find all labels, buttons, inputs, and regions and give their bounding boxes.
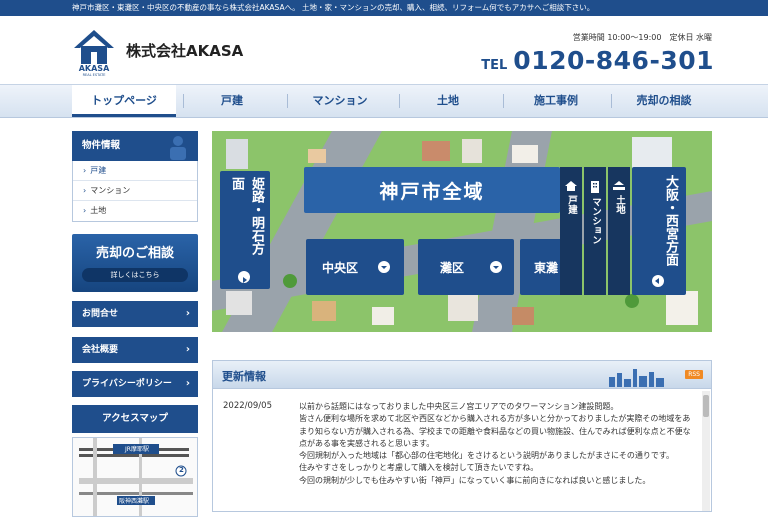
- nav-mansion[interactable]: マンション: [288, 85, 392, 117]
- access-map-heading[interactable]: アクセスマップ: [72, 405, 198, 433]
- phone-number[interactable]: TEL 0120-846-301: [481, 46, 714, 75]
- news-title: 更新情報: [222, 370, 266, 383]
- top-announcement-text: 神戸市灘区・東灘区・中央区の不動産の事なら株式会社AKASAへ。 土地・家・マン…: [72, 3, 595, 12]
- sidebar-item-land[interactable]: 土地: [73, 201, 197, 221]
- access-map[interactable]: JR摩耶駅 阪神西灘駅 2: [72, 437, 198, 517]
- news-paragraph: 住みやすさをしっかりと考慮して購入を検討して頂きたいですね。: [299, 463, 539, 473]
- sidebar-item-mansion[interactable]: マンション: [73, 181, 197, 201]
- tab-mansion[interactable]: マンション: [584, 167, 606, 295]
- chevron-down-icon: [490, 261, 502, 273]
- chevron-right-icon: ›: [185, 378, 190, 389]
- map-label-hanshin: 阪神西灘駅: [119, 498, 150, 505]
- company-label: 会社概要: [82, 345, 119, 355]
- site-header: AKASA REAL ESTATE 株式会社AKASA 営業時間 10:00〜1…: [0, 16, 768, 84]
- tab-mansion-label: マンション: [590, 197, 601, 245]
- area-chuo-label: 中央区: [322, 261, 359, 275]
- arrow-left-icon: [652, 275, 664, 287]
- news-paragraph: 皆さん便利な場所を求めて北区や西区などから購入される方が多いと分かっておりました…: [299, 414, 691, 448]
- tel-number: 0120-846-301: [513, 46, 714, 75]
- area-nada[interactable]: 灘区: [418, 239, 514, 295]
- global-nav: トップページ 戸建 マンション 土地 施工事例 売却の相談: [0, 84, 768, 118]
- area-kobe-all-label: 神戸市全域: [379, 181, 485, 203]
- property-info-label: 物件情報: [82, 140, 121, 151]
- nav-sale-consult[interactable]: 売却の相談: [612, 85, 716, 117]
- area-kobe-all[interactable]: 神戸市全域: [304, 167, 560, 213]
- sidebar-item-house[interactable]: 戸建: [73, 161, 197, 181]
- sale-consult-banner[interactable]: 売却のご相談 詳しくはこちら: [72, 234, 198, 292]
- news-paragraph: 今回規制が入った地域は「都心部の住宅地化」をさけるという説明がありましたがまさに…: [299, 451, 675, 461]
- sale-consult-title: 売却のご相談: [95, 246, 174, 261]
- news-date: 2022/09/05: [223, 401, 272, 411]
- logo-text: AKASA: [78, 64, 110, 73]
- tab-land[interactable]: 土地: [608, 167, 630, 295]
- nav-works[interactable]: 施工事例: [504, 85, 608, 117]
- privacy-button[interactable]: プライバシーポリシー ›: [72, 371, 198, 397]
- privacy-label: プライバシーポリシー: [82, 379, 172, 389]
- property-info-heading: 物件情報: [72, 131, 198, 161]
- news-paragraph: 以前から話題にはなっておりました中央区三ノ宮エリアでのタワーマンション建設問題。: [299, 402, 619, 411]
- news-scrollbar-thumb[interactable]: [703, 395, 709, 417]
- news-body: 以前から話題にはなっておりました中央区三ノ宮エリアでのタワーマンション建設問題。…: [299, 401, 697, 487]
- area-osaka-nishinomiya[interactable]: 大阪・西宮方面: [632, 167, 686, 295]
- nav-top-page[interactable]: トップページ: [72, 85, 176, 117]
- house-icon: [565, 181, 577, 191]
- area-osaka-nishinomiya-label: 大阪・西宮方面: [663, 175, 678, 266]
- building-icon: [591, 181, 599, 193]
- hero-area-selector: 姫路・明石方面 神戸市全域 中央区 灘区 東灘 戸建 マンション 土地 大阪・西…: [212, 131, 712, 332]
- area-nada-label: 灘区: [440, 261, 465, 275]
- area-himeji-akashi[interactable]: 姫路・明石方面: [220, 171, 270, 289]
- property-list: 戸建 マンション 土地: [72, 161, 198, 222]
- map-route-number: 2: [179, 466, 184, 474]
- business-hours: 営業時間 10:00〜19:00 定休日 水曜: [572, 33, 712, 42]
- company-button[interactable]: 会社概要 ›: [72, 337, 198, 363]
- tel-label: TEL: [481, 58, 508, 73]
- person-icon: [170, 136, 186, 160]
- map-label-jr-maya: JR摩耶駅: [125, 446, 149, 453]
- nav-house[interactable]: 戸建: [184, 85, 280, 117]
- news-header: 更新情報 RSS: [213, 361, 711, 389]
- nav-land[interactable]: 土地: [400, 85, 496, 117]
- tab-house[interactable]: 戸建: [560, 167, 582, 295]
- tab-land-label: 土地: [614, 195, 625, 214]
- chevron-right-icon: ›: [185, 344, 190, 355]
- area-higashinada-label: 東灘: [534, 261, 559, 275]
- news-paragraph: 今回の規制が少しでも住みやすい街「神戸」になっていく事に前向きになれば良いと感じ…: [299, 475, 651, 485]
- land-icon: [613, 181, 625, 190]
- contact-button[interactable]: お問合せ ›: [72, 301, 198, 327]
- company-name[interactable]: 株式会社AKASA: [126, 40, 243, 61]
- tab-house-label: 戸建: [566, 195, 577, 214]
- news-scrollbar[interactable]: [702, 391, 710, 511]
- logo-subtext: REAL ESTATE: [82, 73, 106, 77]
- arrow-right-icon: [238, 271, 250, 283]
- rss-button[interactable]: RSS: [685, 370, 703, 379]
- sale-consult-button[interactable]: 詳しくはこちら: [82, 268, 188, 282]
- top-announcement-bar: 神戸市灘区・東灘区・中央区の不動産の事なら株式会社AKASAへ。 土地・家・マン…: [0, 0, 768, 16]
- chevron-down-icon: [378, 261, 390, 273]
- news-section: 更新情報 RSS 2022/09/05 以前から話題にはなっておりました中央区三…: [212, 360, 712, 512]
- chevron-right-icon: ›: [185, 308, 190, 319]
- area-himeji-akashi-label: 姫路・明石方面: [229, 177, 264, 255]
- contact-label: お問合せ: [82, 309, 119, 319]
- area-chuo[interactable]: 中央区: [306, 239, 404, 295]
- company-logo[interactable]: AKASA REAL ESTATE: [72, 28, 116, 78]
- city-skyline-icon: [609, 369, 664, 387]
